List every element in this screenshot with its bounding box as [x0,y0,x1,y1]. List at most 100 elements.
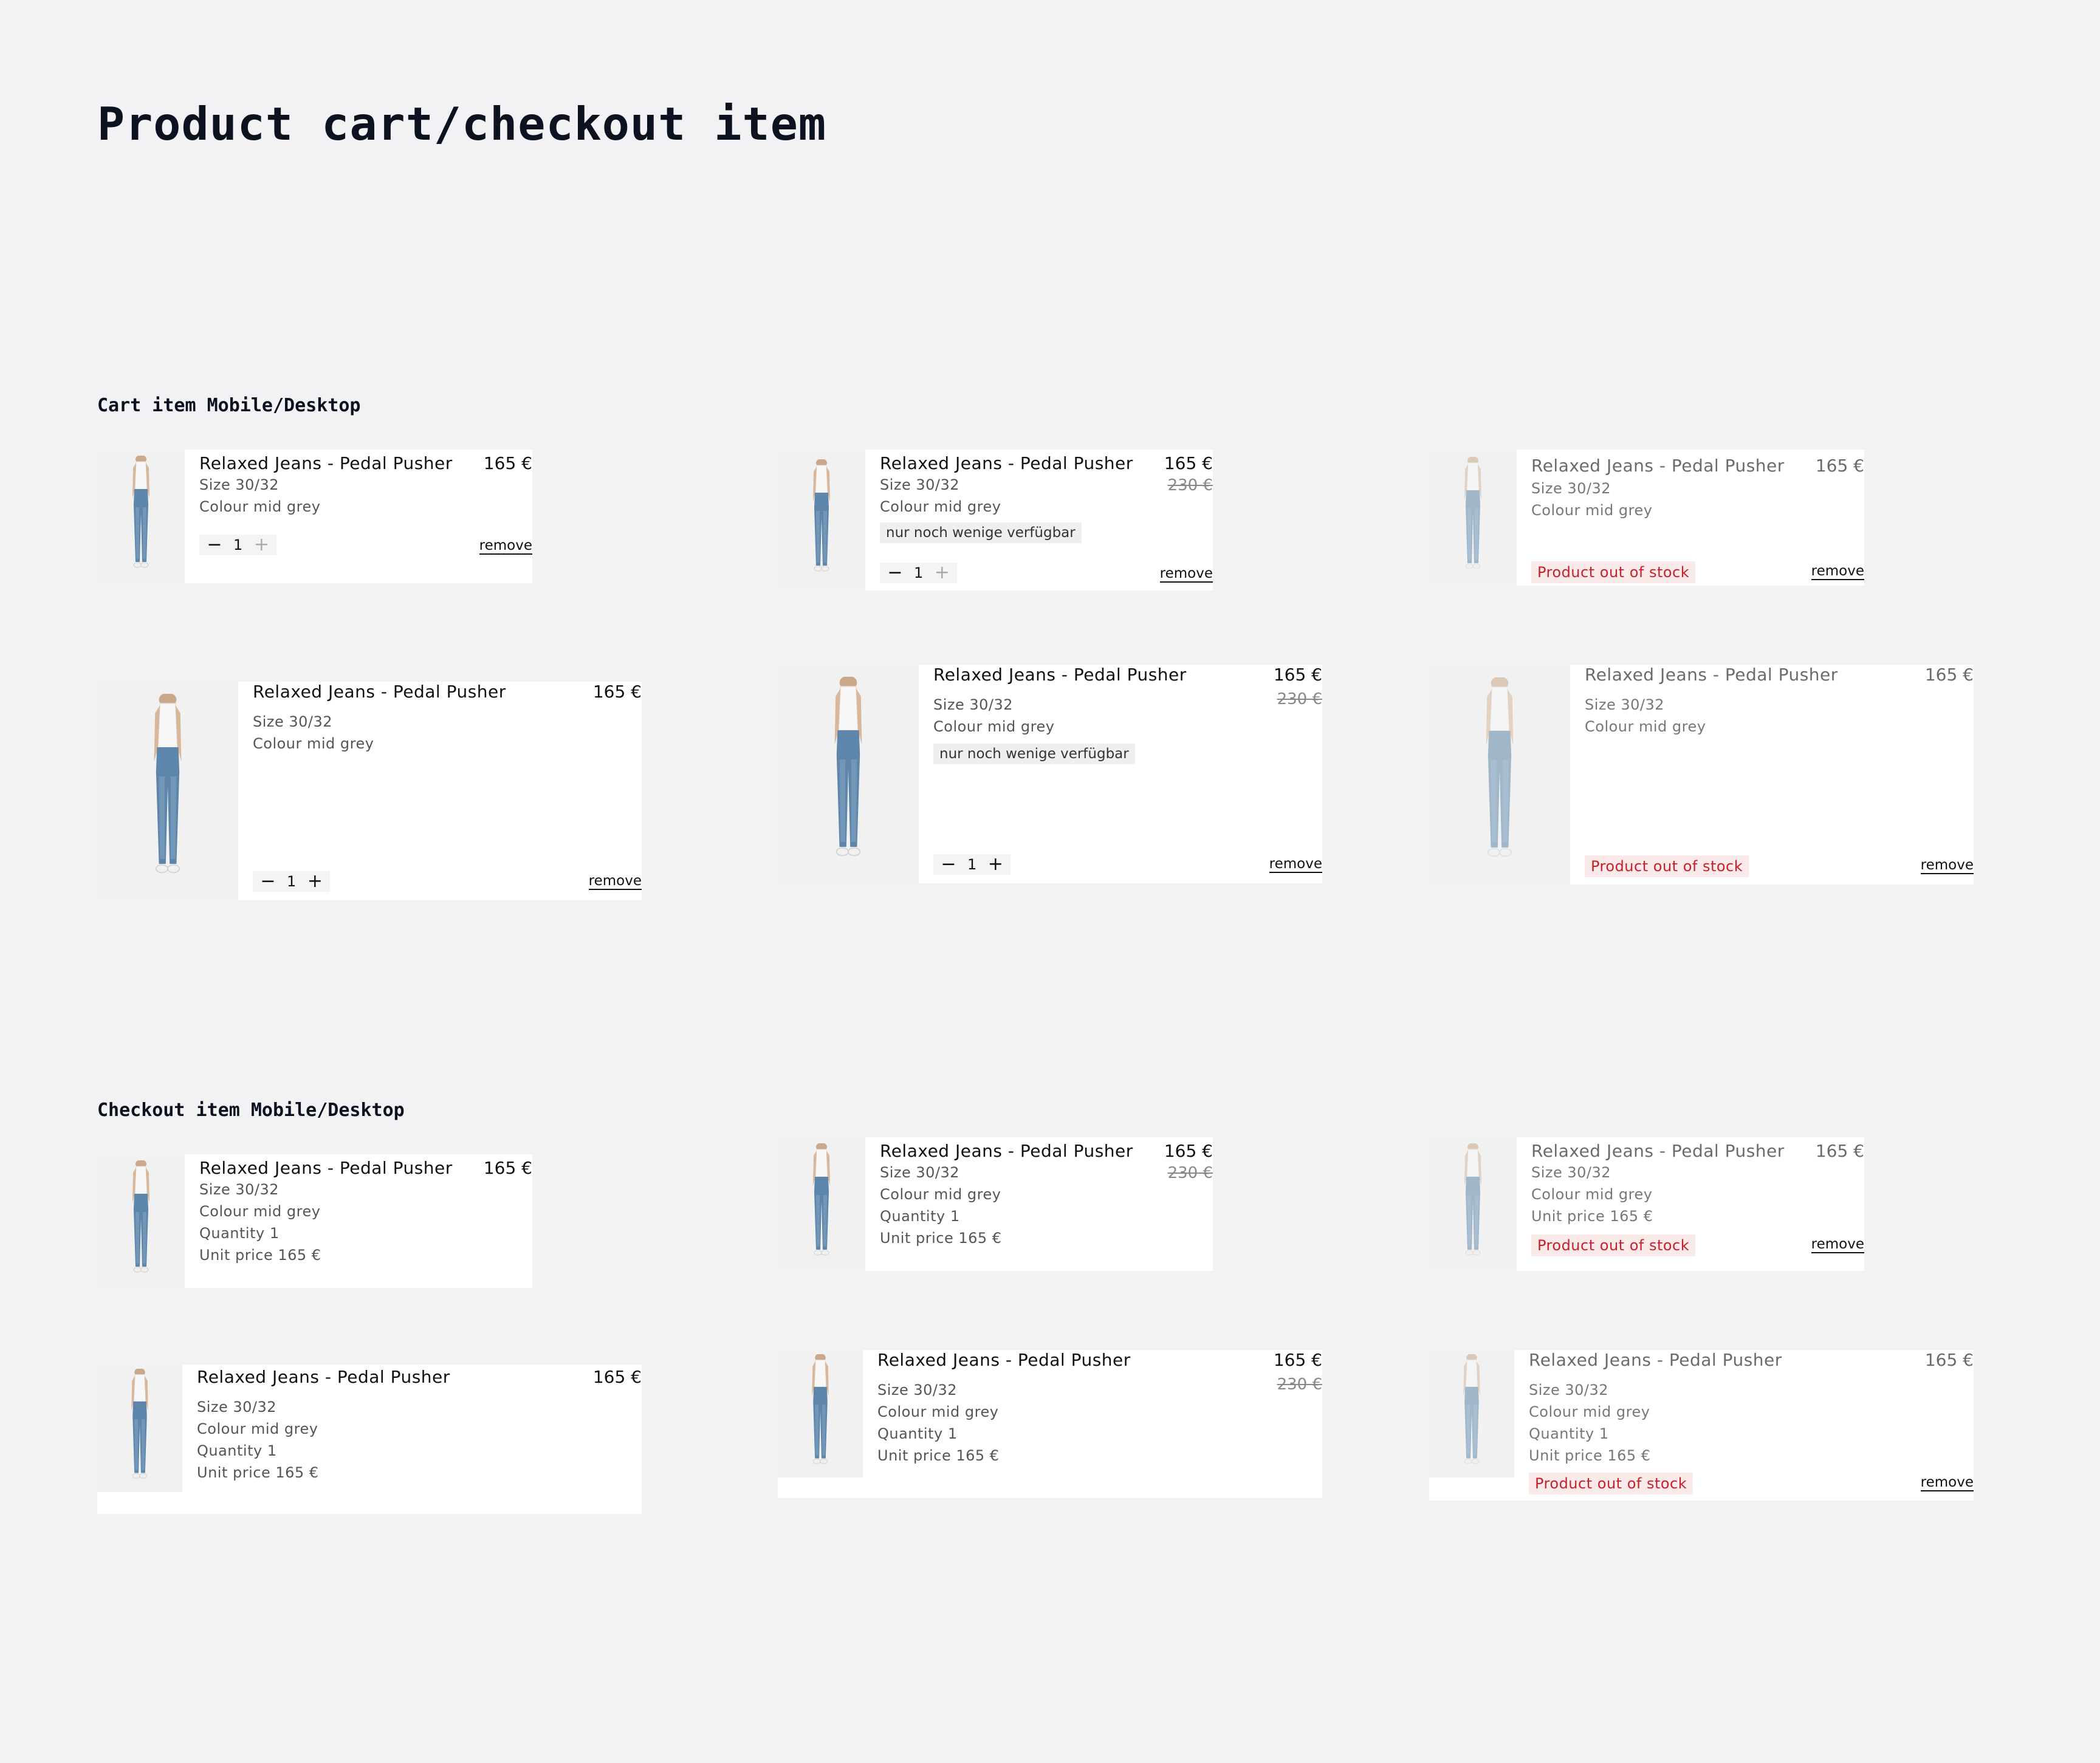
product-size: Size 30/32 [253,713,333,730]
product-image[interactable] [778,1350,863,1477]
page-title: Product cart/checkout item [97,97,826,151]
product-colour: Colour mid grey [253,735,374,752]
product-name[interactable]: Relaxed Jeans - Pedal Pusher [1531,1141,1785,1161]
product-size: Size 30/32 [933,696,1014,713]
product-colour: Colour mid grey [199,498,321,515]
decrease-quantity-button[interactable]: − [887,564,903,582]
jeans-product-photo-icon [803,459,840,581]
product-image[interactable] [778,1137,865,1271]
product-price: 165 € [1273,665,1322,685]
product-unit-price: Unit price 165 € [197,1464,319,1481]
remove-button[interactable]: remove [1811,563,1864,581]
product-size: Size 30/32 [199,476,280,493]
product-image[interactable] [97,682,238,900]
checkout-item-desktop-out-of-stock: Relaxed Jeans - Pedal Pusher 165 € Size … [1429,1350,1974,1501]
product-image[interactable] [97,1364,182,1492]
remove-button[interactable]: remove [1920,857,1974,875]
item-info: Relaxed Jeans - Pedal Pusher 165 € 230 €… [865,450,1213,591]
product-colour: Colour mid grey [1529,1403,1650,1420]
checkout-item-mobile-out-of-stock: Relaxed Jeans - Pedal Pusher 165 € Size … [1429,1137,1864,1271]
product-image[interactable] [1429,450,1517,586]
item-info: Relaxed Jeans - Pedal Pusher 165 € Size … [238,682,642,900]
remove-button[interactable]: remove [479,538,532,555]
increase-quantity-button[interactable]: + [987,855,1003,874]
low-stock-badge: nur noch wenige verfügbar [880,522,1082,543]
quantity-value: 1 [233,536,243,553]
product-price: 165 € [1924,665,1974,685]
product-name[interactable]: Relaxed Jeans - Pedal Pusher [1529,1350,1782,1370]
product-size: Size 30/32 [197,1398,277,1416]
product-name[interactable]: Relaxed Jeans - Pedal Pusher [1531,456,1785,476]
product-unit-price: Unit price 165 € [880,1230,1002,1247]
product-name[interactable]: Relaxed Jeans - Pedal Pusher [880,1141,1133,1161]
remove-button[interactable]: remove [1159,566,1213,583]
product-name[interactable]: Relaxed Jeans - Pedal Pusher [199,453,453,473]
remove-button[interactable]: remove [1811,1236,1864,1254]
product-name[interactable]: Relaxed Jeans - Pedal Pusher [877,1350,1131,1370]
cart-item-desktop-out-of-stock: Relaxed Jeans - Pedal Pusher 165 € Size … [1429,665,1974,885]
product-colour: Colour mid grey [1531,502,1653,519]
product-image[interactable] [1429,1137,1517,1271]
item-info: Relaxed Jeans - Pedal Pusher 165 € Size … [185,1154,532,1288]
product-quantity: Quantity 1 [197,1442,277,1459]
product-image[interactable] [778,450,865,591]
quantity-stepper: − 1 + [253,871,331,892]
item-info: Relaxed Jeans - Pedal Pusher 165 € Size … [182,1364,642,1514]
cart-item-mobile-low-stock: Relaxed Jeans - Pedal Pusher 165 € 230 €… [778,450,1213,591]
jeans-product-photo-icon [1455,1143,1491,1265]
remove-button[interactable]: remove [1920,1474,1974,1492]
decrease-quantity-button[interactable]: − [207,536,222,554]
product-name[interactable]: Relaxed Jeans - Pedal Pusher [880,453,1133,473]
out-of-stock-badge: Product out of stock [1531,561,1696,583]
increase-quantity-button[interactable]: + [934,564,950,582]
old-price: 230 € [1277,1375,1322,1394]
product-image[interactable] [97,450,185,583]
product-colour: Colour mid grey [199,1203,321,1220]
product-name[interactable]: Relaxed Jeans - Pedal Pusher [253,682,506,702]
product-image[interactable] [778,665,919,883]
old-price: 230 € [1167,476,1213,495]
section-label-checkout: Checkout item Mobile/Desktop [97,1100,405,1121]
item-info: Relaxed Jeans - Pedal Pusher 165 € 230 €… [919,665,1322,883]
product-price: 165 € [483,453,532,473]
product-image[interactable] [97,1154,185,1288]
item-info: Relaxed Jeans - Pedal Pusher 165 € 230 €… [865,1137,1213,1271]
product-name[interactable]: Relaxed Jeans - Pedal Pusher [199,1158,453,1178]
increase-quantity-button[interactable]: + [307,872,323,891]
jeans-product-photo-icon [819,677,877,871]
product-size: Size 30/32 [877,1381,958,1398]
product-price: 165 € [1164,453,1213,473]
product-image[interactable] [1429,1350,1514,1477]
product-size: Size 30/32 [1585,696,1665,713]
product-name[interactable]: Relaxed Jeans - Pedal Pusher [1585,665,1838,685]
product-colour: Colour mid grey [933,718,1055,735]
remove-button[interactable]: remove [1269,856,1322,874]
product-price: 165 € [1164,1141,1213,1161]
product-unit-price: Unit price 165 € [1531,1208,1653,1225]
product-size: Size 30/32 [1529,1381,1609,1398]
jeans-product-photo-icon [123,456,159,577]
product-quantity: Quantity 1 [880,1208,960,1225]
product-name[interactable]: Relaxed Jeans - Pedal Pusher [197,1367,450,1387]
old-price: 230 € [1167,1164,1213,1182]
decrease-quantity-button[interactable]: − [941,855,956,874]
cart-item-desktop: Relaxed Jeans - Pedal Pusher 165 € Size … [97,682,642,900]
out-of-stock-badge: Product out of stock [1529,1473,1693,1494]
product-colour: Colour mid grey [880,498,1001,515]
product-price: 165 € [1815,456,1864,476]
product-size: Size 30/32 [199,1181,280,1198]
jeans-product-photo-icon [139,694,197,888]
product-name[interactable]: Relaxed Jeans - Pedal Pusher [933,665,1187,685]
item-info: Relaxed Jeans - Pedal Pusher 165 € Size … [1514,1350,1974,1501]
item-info: Relaxed Jeans - Pedal Pusher 165 € Size … [185,450,532,583]
jeans-product-photo-icon [1455,457,1491,578]
decrease-quantity-button[interactable]: − [260,872,276,891]
product-colour: Colour mid grey [1531,1186,1653,1203]
quantity-stepper: − 1 + [199,535,277,555]
product-image[interactable] [1429,665,1570,885]
checkout-item-desktop: Relaxed Jeans - Pedal Pusher 165 € Size … [97,1364,642,1514]
jeans-product-photo-icon [122,1369,158,1488]
jeans-product-photo-icon [123,1160,159,1282]
remove-button[interactable]: remove [588,873,642,891]
increase-quantity-button[interactable]: + [253,536,269,554]
